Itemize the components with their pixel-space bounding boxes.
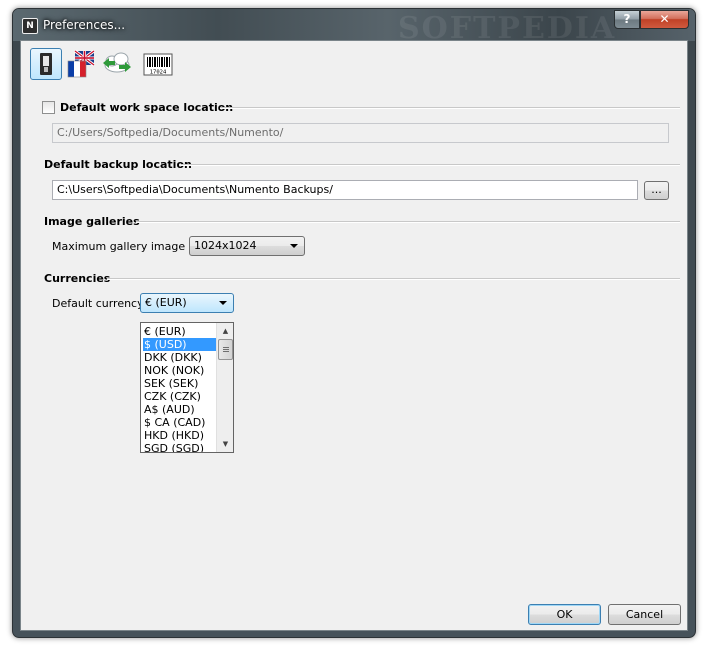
divider — [136, 221, 680, 223]
currency-option[interactable]: SEK (SEK) — [143, 377, 216, 390]
currencies-section-title: Currencies — [44, 272, 111, 285]
divider — [107, 278, 680, 280]
gallery-size-value: 1024x1024 — [194, 239, 257, 252]
scroll-up-icon[interactable]: ▲ — [218, 323, 233, 339]
currency-option[interactable]: $ CA (CAD) — [143, 416, 216, 429]
title-bar[interactable]: N Preferences... SOFTPEDIA ? ✕ — [13, 9, 695, 46]
close-button[interactable]: ✕ — [640, 10, 689, 29]
currency-option[interactable]: DKK (DKK) — [143, 351, 216, 364]
workspace-checkbox[interactable] — [42, 101, 55, 114]
scroll-down-icon[interactable]: ▼ — [218, 436, 233, 452]
gallery-size-label: Maximum gallery image size — [52, 240, 210, 253]
help-button[interactable]: ? — [614, 10, 640, 29]
numento-icon: N — [22, 18, 38, 34]
sync-cloud-icon[interactable] — [100, 48, 132, 80]
chevron-down-icon — [219, 301, 227, 305]
cancel-button[interactable]: Cancel — [608, 604, 681, 625]
barcode-number: 17024 — [150, 70, 167, 76]
divider — [220, 107, 680, 109]
general-settings-icon[interactable] — [30, 48, 62, 80]
currency-option[interactable]: NOK (NOK) — [143, 364, 216, 377]
currency-option[interactable]: SGD (SGD) — [143, 442, 216, 452]
ok-button[interactable]: OK — [528, 604, 601, 625]
backup-path-field[interactable]: C:\Users\Softpedia\Documents\Numento Bac… — [52, 180, 638, 200]
chevron-down-icon — [290, 244, 298, 248]
default-currency-label: Default currency — [52, 297, 144, 310]
currency-option[interactable]: € (EUR) — [143, 325, 216, 338]
scroll-thumb[interactable] — [218, 339, 233, 360]
preferences-window: N Preferences... SOFTPEDIA ? ✕ 17024 Def… — [12, 8, 696, 638]
default-currency-select[interactable]: € (EUR) — [140, 293, 234, 313]
galleries-section-title: Image galleries — [44, 215, 140, 228]
currency-dropdown-list[interactable]: € (EUR) $ (USD) DKK (DKK) NOK (NOK) SEK … — [140, 322, 234, 453]
currency-option[interactable]: CZK (CZK) — [143, 390, 216, 403]
barcode-icon[interactable]: 17024 — [143, 48, 175, 80]
currency-option-selected[interactable]: $ (USD) — [143, 338, 216, 351]
currency-option[interactable]: HKD (HKD) — [143, 429, 216, 442]
backup-section-title: Default backup location — [44, 158, 192, 171]
workspace-section-title: Default work space location — [60, 101, 234, 114]
workspace-path-field: C:/Users/Softpedia/Documents/Numento/ — [52, 123, 669, 143]
preferences-client-area: 17024 Default work space location C:/Use… — [20, 40, 688, 631]
default-currency-value: € (EUR) — [145, 296, 187, 309]
currency-option[interactable]: A$ (AUD) — [143, 403, 216, 416]
dropdown-scrollbar[interactable]: ▲ ▼ — [216, 323, 233, 452]
browse-button[interactable]: ... — [644, 181, 669, 200]
language-flags-icon[interactable] — [65, 48, 97, 80]
gallery-size-select[interactable]: 1024x1024 — [189, 236, 305, 256]
window-title: Preferences... — [43, 18, 126, 32]
divider — [181, 164, 680, 166]
